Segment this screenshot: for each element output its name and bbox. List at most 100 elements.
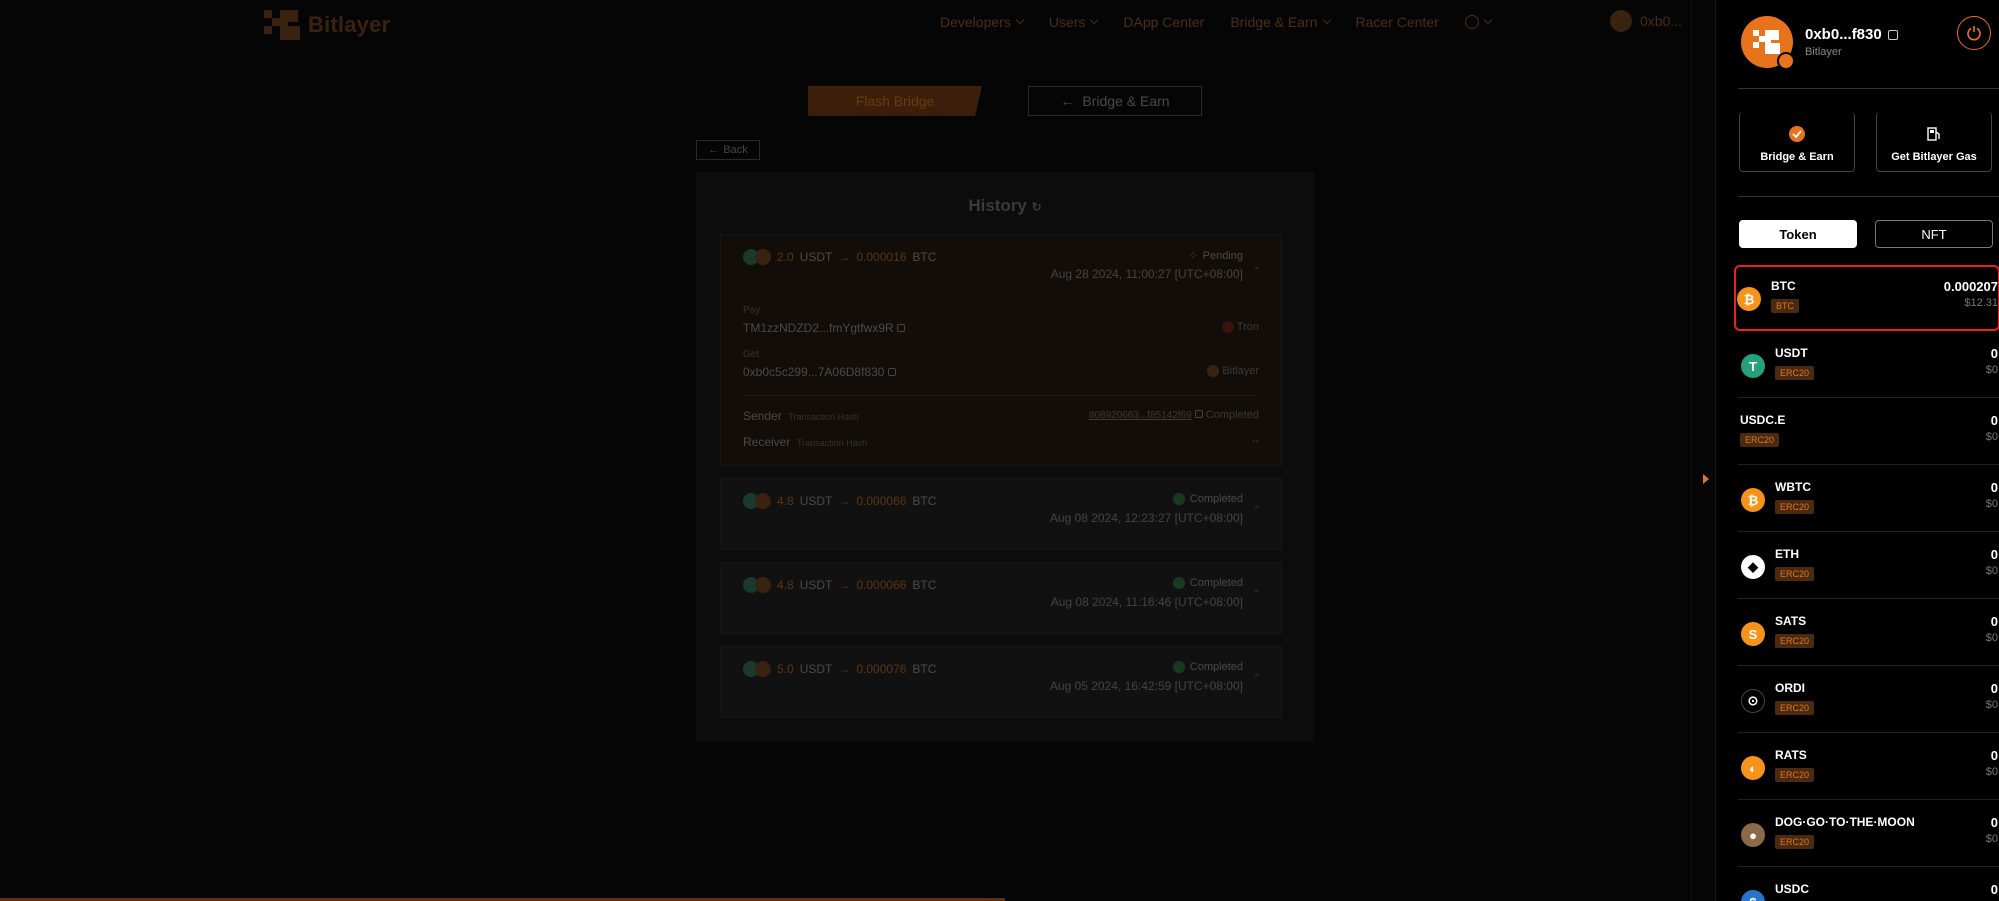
gas-pump-icon: [1925, 125, 1943, 143]
nav-item-developers[interactable]: Developers: [940, 14, 1025, 30]
amount-in: 4.8: [777, 494, 794, 508]
copy-icon[interactable]: [887, 368, 896, 376]
tx-hash-label: Transaction Hash: [788, 412, 859, 422]
token-usd-value: $12.31: [1964, 297, 1998, 309]
pay-chain-text: Tron: [1236, 321, 1259, 333]
check-circle-icon: [1172, 661, 1185, 673]
history-date: Aug 05 2024, 16:42:59 [UTC+08:00]: [1049, 679, 1243, 693]
back-button[interactable]: ← Back: [696, 140, 760, 160]
token-usd-value: $0: [1985, 498, 1998, 510]
chevron-up-icon[interactable]: ⌃: [1253, 505, 1261, 516]
refresh-icon[interactable]: ↻: [1032, 200, 1042, 214]
nav-item-racer-center[interactable]: Racer Center: [1356, 14, 1439, 30]
power-icon: [1967, 26, 1981, 41]
history-item[interactable]: 4.8 USDT → 0.000066 BTC Completed Aug 08…: [720, 562, 1282, 634]
dog-icon: ●: [1741, 823, 1765, 847]
token-standard-badge: ERC20: [1740, 433, 1780, 447]
bitlayer-logo-icon: [264, 10, 300, 40]
sender-row: Sender Transaction Hash: [743, 409, 859, 423]
token-symbol: ORDI: [1775, 681, 1805, 695]
token-symbol: ETH: [1775, 547, 1799, 561]
nav-label: Developers: [940, 14, 1011, 30]
token-row[interactable]: ◐ RATS ERC20 0 $0: [1738, 734, 1999, 800]
network-badge-icon: [1777, 52, 1795, 70]
token-row[interactable]: ₿ WBTC ERC20 0 $0: [1738, 466, 1999, 532]
token-symbol: USDT: [1775, 346, 1808, 360]
amount-in: 4.8: [777, 578, 794, 592]
token-row[interactable]: ● DOG·GO·TO·THE·MOON ERC20 0 $0: [1738, 801, 1999, 867]
bitlayer-logo[interactable]: Bitlayer: [262, 8, 390, 42]
ethereum-icon: ◆: [1741, 555, 1765, 579]
amount-out: 0.000066: [856, 578, 907, 592]
tab-nft[interactable]: NFT: [1875, 220, 1993, 248]
back-label: Back: [723, 144, 748, 156]
chevron-up-icon[interactable]: ⌃: [1253, 589, 1261, 600]
status-badge: Completed: [1172, 577, 1243, 589]
copy-icon[interactable]: [1194, 410, 1203, 418]
token-row[interactable]: S SATS ERC20 0 $0: [1738, 600, 1999, 666]
divider: [1738, 196, 1999, 197]
sats-icon: S: [1741, 622, 1765, 646]
token-usd-value: $0: [1985, 431, 1998, 443]
history-date: Aug 28 2024, 11:00:27 [UTC+08:00]: [1050, 267, 1243, 281]
token-pair-icon: [743, 249, 771, 265]
token-row[interactable]: $USDCERC200$0: [1738, 868, 1999, 901]
flash-bridge-button[interactable]: Flash Bridge: [808, 86, 982, 116]
action-label: Bridge & Earn: [1760, 151, 1834, 163]
amount-out: 0.000016: [856, 250, 907, 264]
token-in: USDT: [799, 494, 833, 508]
token-row[interactable]: ◆ ETH ERC20 0 $0: [1738, 533, 1999, 599]
tab-token[interactable]: Token: [1739, 220, 1857, 248]
arrow-right-icon: →: [838, 662, 851, 676]
status-text: Completed: [1189, 661, 1243, 673]
divider: [1738, 88, 1999, 89]
token-usd-value: $0: [1985, 766, 1998, 778]
history-date: Aug 08 2024, 11:16:46 [UTC+08:00]: [1050, 595, 1243, 609]
token-symbol: DOG·GO·TO·THE·MOON: [1775, 815, 1915, 829]
history-date: Aug 08 2024, 12:23:27 [UTC+08:00]: [1049, 511, 1243, 525]
token-row[interactable]: ₿ BTC BTC 0.000207 $12.31: [1734, 265, 1999, 331]
nav-item-users[interactable]: Users: [1049, 14, 1099, 30]
chevron-up-icon[interactable]: ⌃: [1253, 673, 1261, 684]
token-row[interactable]: USDC.E ERC20 0 $0: [1738, 399, 1999, 465]
disconnect-button[interactable]: [1957, 16, 1991, 50]
token-standard-badge: BTC: [1771, 299, 1799, 313]
nav-item-dapp-center[interactable]: DApp Center: [1123, 14, 1204, 30]
pay-address-text: TM1zzNDZD2...fmYgtfwx9R: [743, 321, 894, 335]
language-selector[interactable]: [1464, 14, 1493, 30]
divider: [743, 395, 1259, 396]
token-balance: 0: [1990, 681, 1998, 696]
tx-hash-label: Transaction Hash: [797, 438, 868, 448]
history-item[interactable]: 5.0 USDT → 0.000076 BTC Completed Aug 05…: [720, 646, 1282, 718]
history-item[interactable]: 4.8 USDT → 0.000066 BTC Completed Aug 08…: [720, 478, 1282, 550]
copy-icon[interactable]: [1887, 29, 1898, 40]
account-button[interactable]: 0xb0...: [1610, 10, 1682, 32]
token-pair-icon: [743, 493, 771, 509]
chevron-down-icon[interactable]: ⌄: [1253, 261, 1261, 272]
collapse-drawer-arrow-icon[interactable]: [1703, 474, 1709, 484]
token-usd-value: $0: [1985, 699, 1998, 711]
get-chain-text: Bitlayer: [1222, 365, 1259, 377]
swap-pair: 4.8 USDT → 0.000066 BTC: [743, 493, 936, 509]
tether-icon: T: [1741, 354, 1765, 378]
top-navigation: Bitlayer Developers Users DApp Center Br…: [0, 0, 1715, 48]
swap-pair: 2.0 USDT → 0.000016 BTC: [743, 249, 936, 265]
get-gas-action[interactable]: Get Bitlayer Gas: [1876, 112, 1992, 172]
token-balance: 0: [1990, 882, 1998, 897]
bridge-earn-button[interactable]: ← Bridge & Earn: [1028, 86, 1202, 116]
token-row[interactable]: ⊙ ORDI ERC20 0 $0: [1738, 667, 1999, 733]
sender-hash-link[interactable]: 808920663...f85142f69: [1089, 410, 1192, 421]
account-avatar: [1610, 10, 1632, 32]
check-circle-icon: [1172, 577, 1185, 589]
nav-item-bridge-earn[interactable]: Bridge & Earn: [1230, 14, 1331, 30]
token-out: BTC: [912, 494, 937, 508]
token-row[interactable]: T USDT ERC20 0 $0: [1738, 332, 1999, 398]
copy-icon[interactable]: [897, 324, 906, 332]
wallet-address: 0xb0...f830: [1805, 26, 1898, 43]
bridge-earn-action[interactable]: Bridge & Earn: [1739, 112, 1855, 172]
get-address: 0xb0c5c299...7A06D8f830: [743, 365, 896, 379]
history-title: History ↻: [696, 196, 1314, 216]
history-item[interactable]: 2.0 USDT → 0.000016 BTC ⁘ Pending Aug 28 …: [720, 234, 1282, 466]
token-balance: 0: [1990, 614, 1998, 629]
token-balance: 0: [1990, 413, 1998, 428]
